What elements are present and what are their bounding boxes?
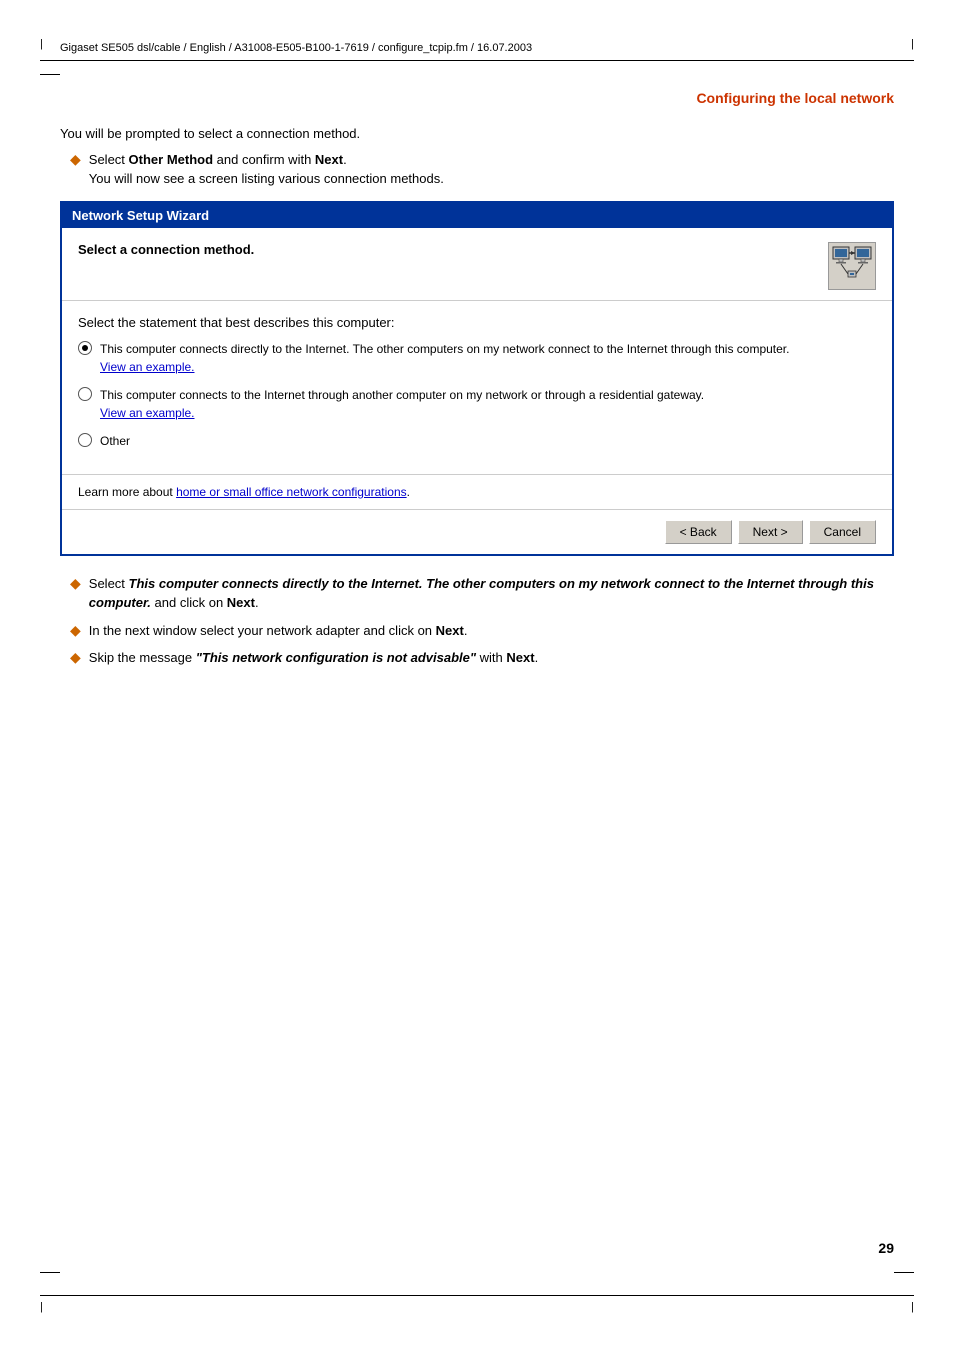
- bullet-diamond-4: ◆: [70, 649, 81, 666]
- radio-circle-1[interactable]: [78, 341, 92, 355]
- header-pipe-left: |: [40, 38, 43, 50]
- wizard-footer-area: Learn more about home or small office ne…: [62, 475, 892, 510]
- option3-text: Other: [100, 434, 130, 448]
- intro-text: You will be prompted to select a connect…: [60, 124, 894, 144]
- wizard-title-bar: Network Setup Wizard: [62, 203, 892, 228]
- radio-option-1[interactable]: This computer connects directly to the I…: [78, 340, 876, 376]
- radio-circle-2[interactable]: [78, 387, 92, 401]
- bottom-line-left: [40, 1272, 60, 1273]
- bullet-item-2: ◆ Select This computer connects directly…: [70, 574, 894, 613]
- bullet-item-4: ◆ Skip the message "This network configu…: [70, 648, 894, 668]
- footer-text-before: Learn more about: [78, 485, 176, 499]
- header-text: Gigaset SE505 dsl/cable / English / A310…: [60, 42, 532, 54]
- bullet-diamond-3: ◆: [70, 622, 81, 639]
- bullet-diamond-2: ◆: [70, 575, 81, 592]
- next-button[interactable]: Next >: [738, 520, 803, 544]
- footer-text-after: .: [407, 485, 410, 499]
- bullet-diamond-1: ◆: [70, 151, 81, 168]
- radio-circle-3[interactable]: [78, 433, 92, 447]
- radio-text-2: This computer connects to the Internet t…: [100, 386, 704, 422]
- view-example-link-1[interactable]: View an example.: [100, 358, 789, 376]
- radio-text-1: This computer connects directly to the I…: [100, 340, 789, 376]
- wizard-icon: [828, 242, 876, 290]
- header-pipe-right: |: [911, 38, 914, 50]
- radio-option-2[interactable]: This computer connects to the Internet t…: [78, 386, 876, 422]
- bottom-line-right: [894, 1272, 914, 1273]
- header-line-bottom: [40, 74, 60, 75]
- bullet-item-3: ◆ In the next window select your network…: [70, 621, 894, 641]
- page-container: | Gigaset SE505 dsl/cable / English / A3…: [0, 0, 954, 1351]
- bullet-item-1: ◆ Select Other Method and confirm with N…: [70, 150, 894, 189]
- bullet-text-1: Select Other Method and confirm with Nex…: [89, 150, 444, 189]
- wizard-body: Select the statement that best describes…: [62, 301, 892, 475]
- bullet1-subtext: You will now see a screen listing variou…: [89, 171, 444, 186]
- wizard-dialog: Network Setup Wizard Select a connection…: [60, 201, 894, 556]
- wizard-buttons: < Back Next > Cancel: [62, 510, 892, 554]
- network-computers-icon: [831, 245, 873, 287]
- radio-text-3: Other: [100, 432, 130, 450]
- header-rule-top: [40, 60, 914, 61]
- main-content: Configuring the local network You will b…: [60, 90, 894, 676]
- wizard-header-area: Select a connection method.: [62, 228, 892, 301]
- view-example-link-2[interactable]: View an example.: [100, 404, 704, 422]
- wizard-body-label: Select the statement that best describes…: [78, 315, 876, 330]
- footer-rule: [40, 1295, 914, 1296]
- back-button[interactable]: < Back: [665, 520, 732, 544]
- option1-text: This computer connects directly to the I…: [100, 342, 789, 356]
- bullet-text-4: Skip the message "This network configura…: [89, 648, 538, 668]
- cancel-button[interactable]: Cancel: [809, 520, 876, 544]
- footer-link[interactable]: home or small office network configurati…: [176, 485, 407, 499]
- wizard-subtitle: Select a connection method.: [78, 242, 254, 257]
- wizard-footer-text: Learn more about home or small office ne…: [78, 485, 876, 499]
- footer-pipe-left: |: [40, 1301, 43, 1313]
- page-number: 29: [878, 1240, 894, 1256]
- section-title: Configuring the local network: [60, 90, 894, 106]
- footer-pipe-right: |: [911, 1301, 914, 1313]
- bullet-text-3: In the next window select your network a…: [89, 621, 468, 641]
- option2-text: This computer connects to the Internet t…: [100, 388, 704, 402]
- bullet-text-2: Select This computer connects directly t…: [89, 574, 894, 613]
- radio-option-3[interactable]: Other: [78, 432, 876, 450]
